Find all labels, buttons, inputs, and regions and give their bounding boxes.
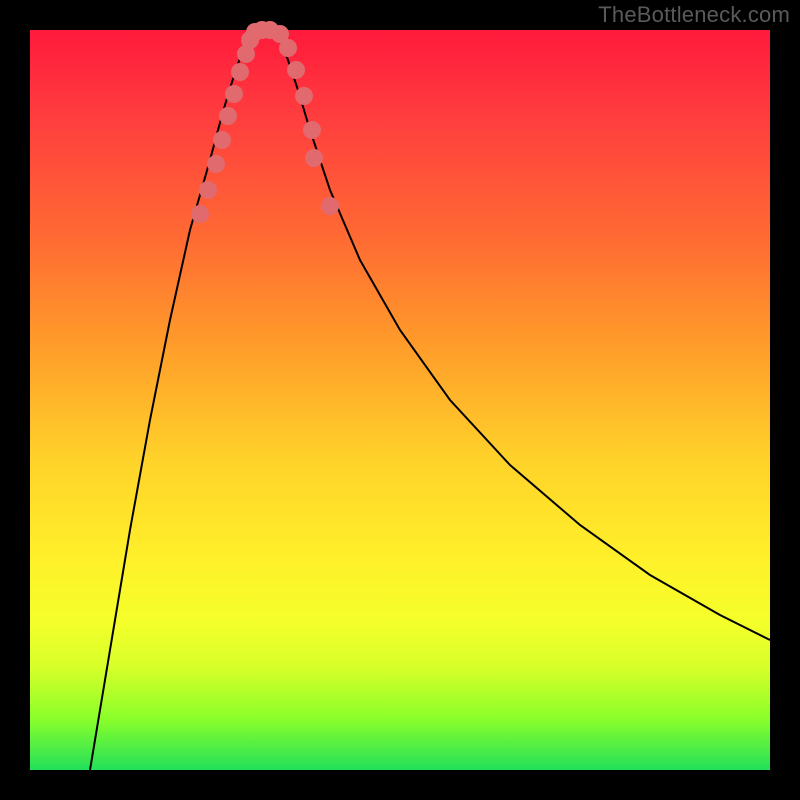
plot-area	[30, 30, 770, 770]
data-dot	[191, 205, 209, 223]
data-dot	[303, 121, 321, 139]
data-dot	[231, 63, 249, 81]
curve-layer	[90, 30, 770, 770]
data-dot	[225, 85, 243, 103]
data-dot	[219, 107, 237, 125]
data-dot	[199, 181, 217, 199]
data-dot	[295, 87, 313, 105]
chart-svg	[30, 30, 770, 770]
data-dot	[207, 155, 225, 173]
dots-layer	[191, 21, 339, 223]
data-dot	[213, 131, 231, 149]
data-dot	[305, 149, 323, 167]
watermark-text: TheBottleneck.com	[598, 2, 790, 28]
data-dot	[321, 197, 339, 215]
chart-frame: TheBottleneck.com	[0, 0, 800, 800]
data-dot	[287, 61, 305, 79]
curve-right-curve	[275, 30, 770, 640]
data-dot	[279, 39, 297, 57]
